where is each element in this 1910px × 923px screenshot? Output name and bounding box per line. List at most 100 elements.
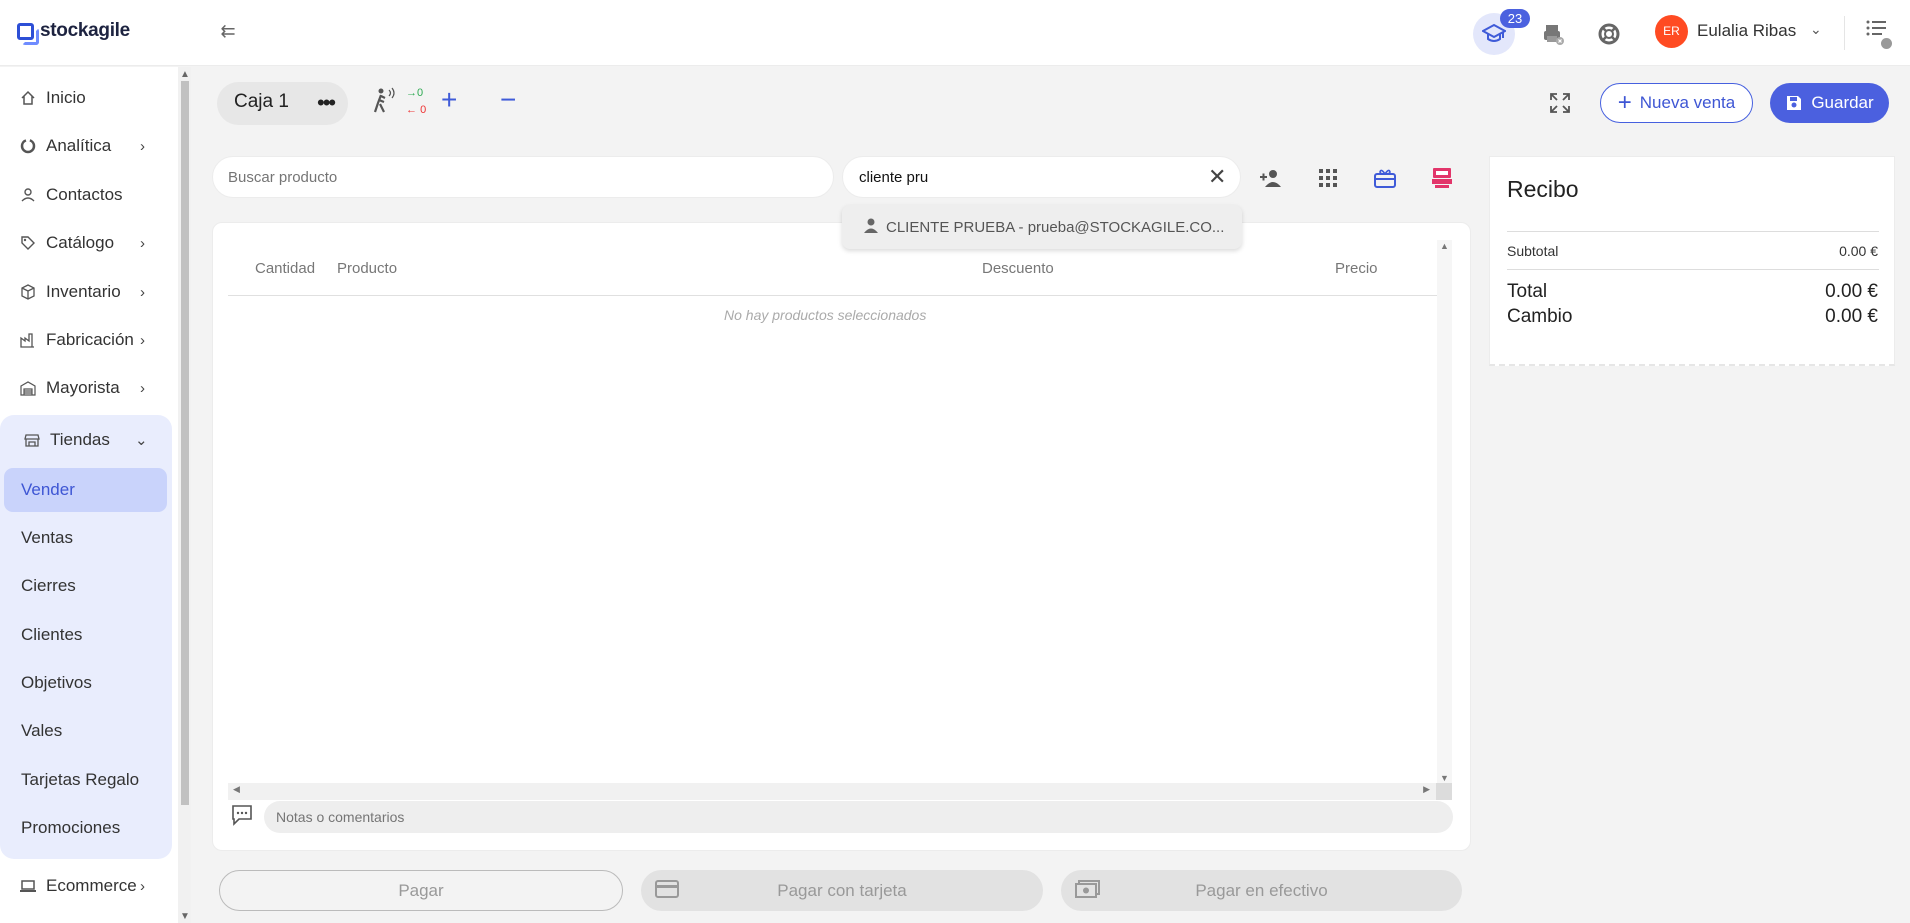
home-icon	[18, 90, 38, 106]
pay-button[interactable]: Pagar	[219, 870, 623, 911]
clear-icon[interactable]: ✕	[1208, 164, 1226, 190]
chevron-right-icon: ›	[140, 331, 145, 349]
tag-icon	[18, 235, 38, 251]
grid-icon	[1319, 169, 1337, 187]
sidebar-item-label: Inventario	[46, 282, 121, 301]
column-header-precio: Precio	[1335, 260, 1378, 277]
cart-horizontal-scrollbar[interactable]: ◀ ▶	[228, 783, 1452, 800]
pay-cash-label: Pagar en efectivo	[1195, 880, 1328, 900]
avatar[interactable]: ER	[1655, 15, 1688, 48]
sidebar-subitem-promociones[interactable]: Promociones	[21, 818, 120, 838]
sidebar-subitem-clientes[interactable]: Clientes	[21, 625, 82, 645]
sidebar-item-label: Fabricación	[46, 330, 134, 349]
save-button[interactable]: Guardar	[1770, 83, 1889, 123]
register-name[interactable]: Caja 1	[234, 91, 289, 113]
chevron-down-icon[interactable]: ⌄	[1810, 21, 1822, 38]
sidebar-subitem-ventas[interactable]: Ventas	[21, 528, 73, 548]
scroll-up-icon[interactable]: ▲	[180, 69, 190, 80]
new-sale-label: Nueva venta	[1639, 93, 1736, 112]
lifebuoy-icon	[1598, 23, 1620, 45]
sidebar-item-label: Inicio	[46, 88, 86, 107]
cart-vertical-scrollbar[interactable]: ▲ ▼	[1437, 240, 1452, 783]
divider	[1507, 231, 1879, 232]
person-icon	[18, 187, 38, 203]
sidebar-scrollbar[interactable]: ▲ ▼	[178, 67, 191, 923]
scroll-right-icon[interactable]: ▶	[1423, 784, 1430, 795]
register-icon	[1432, 168, 1452, 188]
warehouse-icon	[18, 380, 38, 396]
client-suggestion-item[interactable]: CLIENTE PRUEBA - prueba@STOCKAGILE.CO...	[842, 205, 1242, 249]
pay-card-button[interactable]: Pagar con tarjeta	[641, 870, 1043, 911]
sidebar-subitem-tarjetas-regalo[interactable]: Tarjetas Regalo	[21, 770, 139, 790]
sidebar-item-mayorista[interactable]: Mayorista ›	[0, 368, 175, 408]
subtotal-value: 0.00 €	[1839, 243, 1878, 259]
column-header-cantidad: Cantidad	[255, 260, 316, 277]
plus-icon: +	[1617, 89, 1632, 116]
collapse-sidebar-icon[interactable]: ⇇	[217, 20, 239, 42]
sidebar-item-fabricacion[interactable]: Fabricación ›	[0, 320, 175, 360]
subtotal-label: Subtotal	[1507, 243, 1559, 259]
column-header-descuento: Descuento	[982, 260, 1054, 277]
sidebar-subitem-objetivos[interactable]: Objetivos	[21, 673, 92, 693]
academy-badge: 23	[1500, 9, 1530, 28]
chevron-right-icon: ›	[140, 379, 145, 397]
sidebar-item-ecommerce[interactable]: Ecommerce ›	[0, 866, 175, 906]
fullscreen-icon[interactable]	[1549, 92, 1571, 119]
pay-cash-button[interactable]: Pagar en efectivo	[1061, 870, 1462, 911]
scroll-down-icon[interactable]: ▼	[1440, 773, 1449, 783]
add-person-icon	[1260, 170, 1281, 187]
sidebar-subitem-vender[interactable]: Vender	[21, 480, 75, 500]
sidebar-item-label: Analítica	[46, 136, 112, 155]
logo-icon	[17, 23, 39, 45]
gift-card-icon	[1374, 169, 1396, 188]
sidebar-item-analitica[interactable]: Analítica ›	[0, 126, 175, 166]
add-visitor-button[interactable]: +	[441, 85, 457, 115]
scroll-down-icon[interactable]: ▼	[180, 911, 190, 922]
add-client-button[interactable]	[1257, 164, 1285, 192]
new-sale-button[interactable]: + Nueva venta	[1600, 83, 1753, 123]
client-search-input[interactable]	[842, 156, 1241, 198]
support-button[interactable]	[1588, 13, 1630, 55]
brand-logo[interactable]: stockagile	[17, 20, 130, 45]
receipt-title: Recibo	[1507, 176, 1579, 202]
pay-label: Pagar	[398, 880, 444, 900]
chevron-right-icon: ›	[140, 877, 145, 895]
notes-input[interactable]	[264, 801, 1453, 833]
laptop-icon	[18, 878, 38, 894]
change-value: 0.00 €	[1825, 306, 1878, 327]
scrollbar-thumb[interactable]	[181, 81, 189, 805]
user-name[interactable]: Eulalia Ribas	[1697, 21, 1796, 41]
total-value: 0.00 €	[1825, 281, 1878, 302]
visitors-out-count: ← 0	[406, 104, 427, 116]
save-label: Guardar	[1811, 93, 1874, 112]
printer-button[interactable]	[1532, 13, 1574, 55]
suggestion-text: CLIENTE PRUEBA - prueba@STOCKAGILE.CO...	[886, 218, 1225, 236]
scroll-left-icon[interactable]: ◀	[233, 784, 240, 795]
catalog-grid-button[interactable]	[1314, 164, 1342, 192]
cash-drawer-button[interactable]	[1428, 164, 1456, 192]
task-list-icon	[1866, 20, 1886, 36]
sidebar-item-label: Catálogo	[46, 233, 115, 252]
sidebar-subitem-vales[interactable]: Vales	[21, 721, 62, 741]
printer-icon	[1544, 25, 1564, 45]
remove-visitor-button[interactable]: −	[500, 85, 516, 115]
change-label: Cambio	[1507, 306, 1573, 327]
sidebar-subitem-cierres[interactable]: Cierres	[21, 576, 76, 596]
more-options-icon[interactable]: •••	[317, 90, 336, 116]
sidebar-item-inventario[interactable]: Inventario ›	[0, 272, 175, 312]
product-search-input[interactable]	[212, 156, 834, 198]
divider	[1507, 269, 1879, 270]
person-icon	[862, 216, 880, 238]
table-header-divider	[228, 295, 1437, 296]
scroll-up-icon[interactable]: ▲	[1440, 241, 1449, 251]
sidebar-item-contactos[interactable]: Contactos	[0, 175, 175, 215]
sidebar-item-inicio[interactable]: Inicio	[0, 78, 175, 118]
gift-card-button[interactable]	[1371, 164, 1399, 192]
tasks-button[interactable]	[1866, 19, 1894, 49]
visitor-counter-icon[interactable]	[370, 87, 398, 120]
sidebar-item-tiendas[interactable]: Tiendas ⌄	[0, 420, 165, 460]
sidebar-item-catalogo[interactable]: Catálogo ›	[0, 223, 175, 263]
empty-cart-message: No hay productos seleccionados	[724, 307, 927, 323]
credit-card-icon	[655, 879, 679, 904]
sidebar-item-label: Ecommerce	[46, 876, 137, 895]
